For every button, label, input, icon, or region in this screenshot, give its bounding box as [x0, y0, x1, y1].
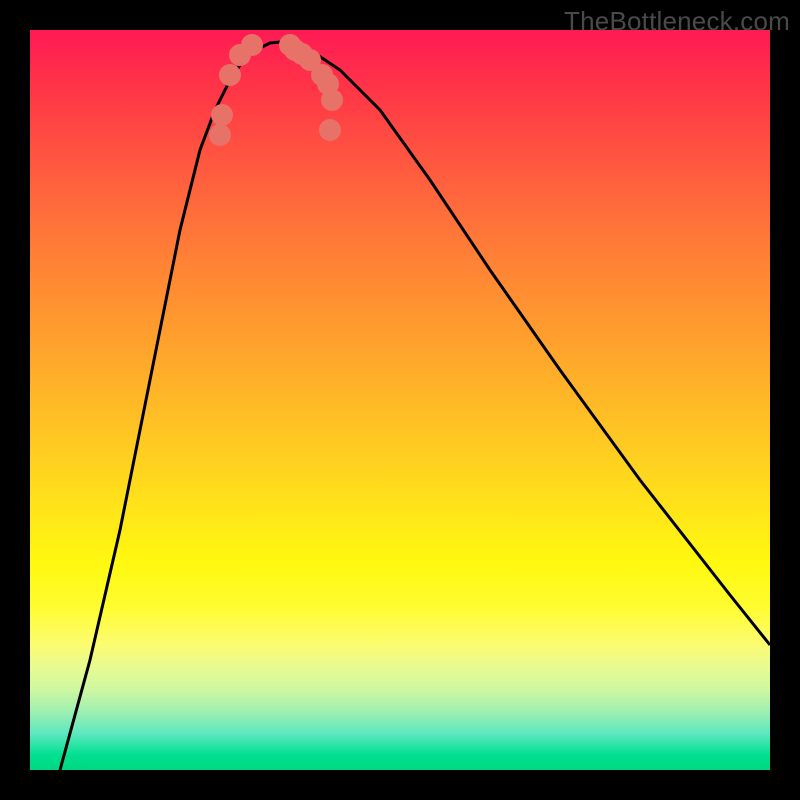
plot-area [30, 30, 770, 770]
marker-dot [241, 34, 263, 56]
marker-dot [319, 119, 341, 141]
marker-dot [321, 89, 343, 111]
data-markers [209, 34, 343, 146]
watermark-text: TheBottleneck.com [564, 6, 790, 37]
marker-dot [211, 104, 233, 126]
marker-dot [219, 64, 241, 86]
chart-svg [30, 30, 770, 770]
bottleneck-curve [60, 42, 770, 770]
marker-dot [209, 124, 231, 146]
